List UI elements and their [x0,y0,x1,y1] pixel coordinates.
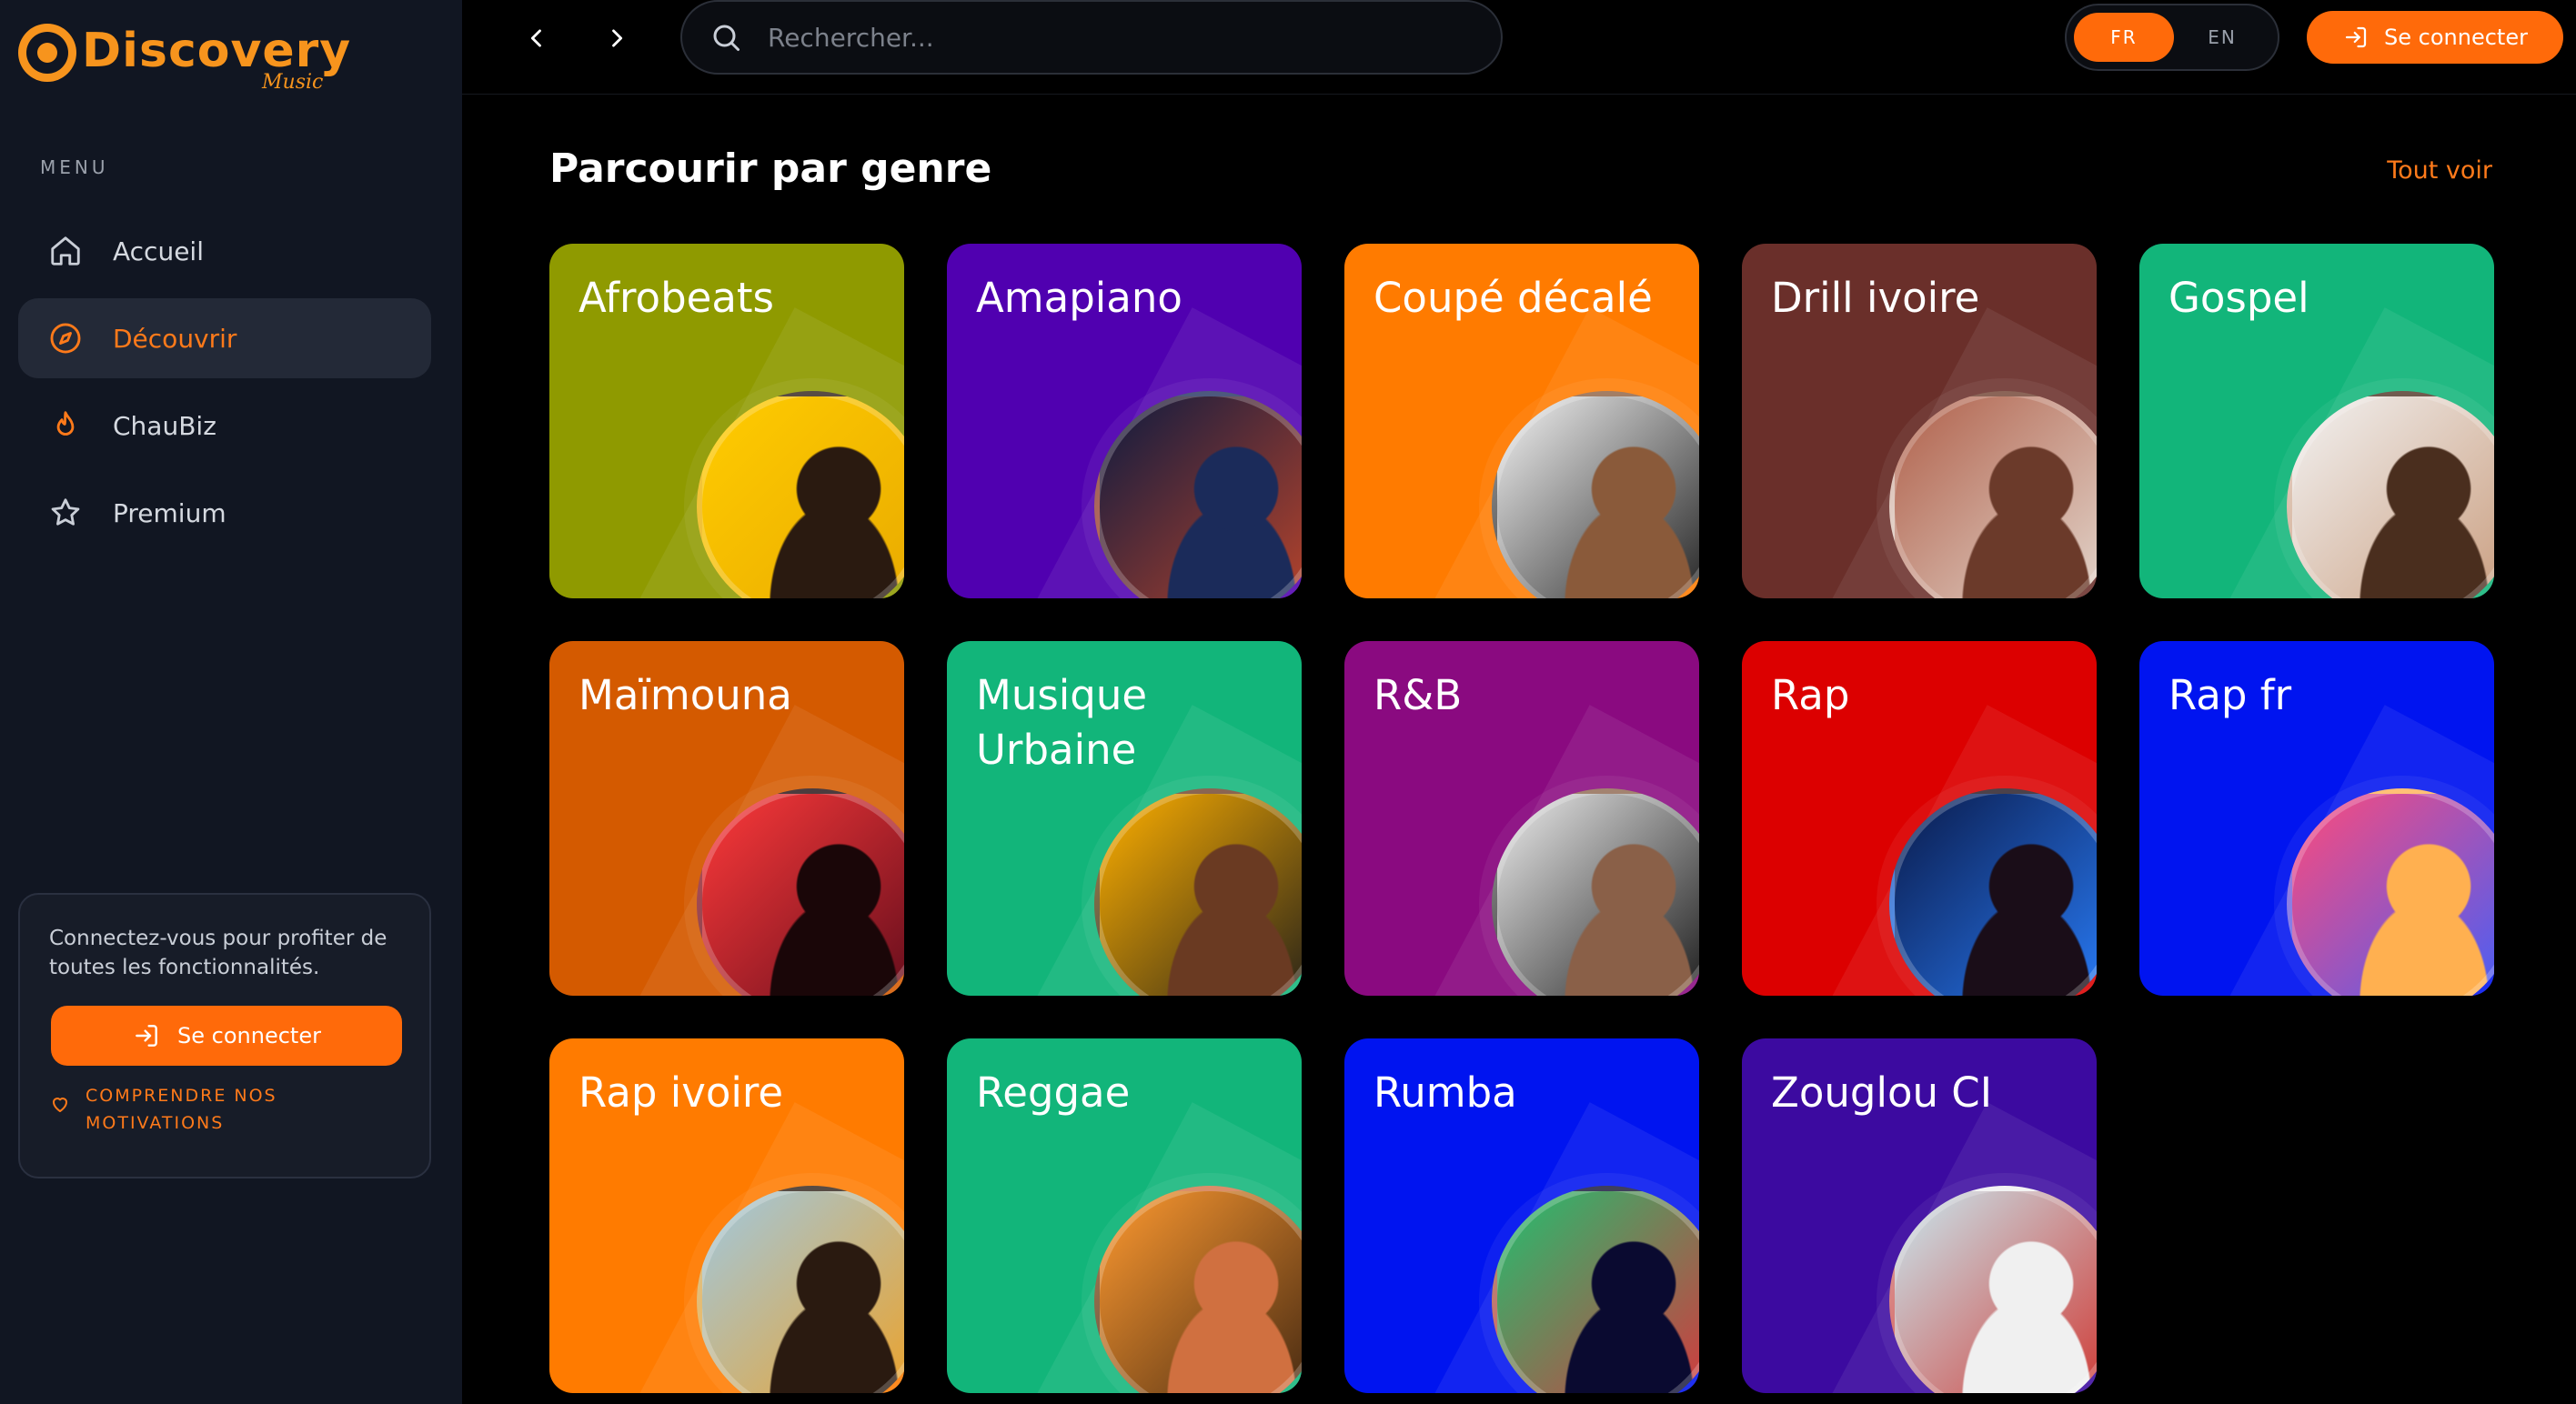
genre-artist-photo [2287,788,2494,996]
genre-card[interactable]: Musique Urbaine [947,641,1302,996]
genre-card-title: Amapiano [976,274,1182,322]
genre-card[interactable]: R&B [1344,641,1699,996]
sidebar-item-label: Premium [113,497,226,528]
genre-card[interactable]: Amapiano [947,244,1302,598]
forward-button[interactable] [595,16,639,60]
brand-logo[interactable]: Discovery Music [18,20,350,102]
genre-card[interactable]: Drill ivoire [1742,244,2097,598]
genre-card-title: Gospel [2168,274,2309,322]
search-bar[interactable] [680,0,1503,75]
genre-card[interactable]: Rumba [1344,1038,1699,1393]
language-switch: FR EN [2065,4,2279,71]
genre-artist-photo [697,391,904,598]
genre-card[interactable]: Rap ivoire [549,1038,904,1393]
genre-artist-photo [1492,1186,1699,1393]
genre-artist-photo [697,1186,904,1393]
genre-card[interactable]: Coupé décalé [1344,244,1699,598]
genre-artist-photo [1094,391,1302,598]
sidebar-item-decouvrir[interactable]: Découvrir [18,298,431,378]
motivations-link[interactable]: COMPRENDRE NOS MOTIVATIONS [49,1082,304,1137]
login-icon [2345,26,2367,48]
flame-icon [47,407,84,444]
see-all-link[interactable]: Tout voir [2387,156,2492,185]
brand-tagline: Music [262,71,324,94]
sidebar-item-premium[interactable]: Premium [18,473,431,553]
login-promo-card: Connectez-vous pour profiter de toutes l… [18,893,431,1178]
brand-name: Discovery [82,24,352,78]
genre-card-title: R&B [1374,671,1463,719]
home-icon [47,233,84,269]
promo-text: Connectez-vous pour profiter de toutes l… [49,927,387,979]
header-login-label: Se connecter [2384,25,2528,50]
heart-icon [53,1098,67,1112]
genre-artist-photo [1889,391,2097,598]
genre-card-title: Drill ivoire [1771,274,1980,322]
genre-card-title: Coupé décalé [1374,274,1653,322]
sidebar-item-label: ChauBiz [113,410,216,441]
genre-artist-photo [1094,788,1302,996]
sidebar-item-label: Découvrir [113,323,237,354]
search-input[interactable] [768,22,1459,53]
genre-artist-photo [1889,1186,2097,1393]
genre-card[interactable]: Reggae [947,1038,1302,1393]
genre-card-title: Musique Urbaine [976,671,1148,774]
sidebar: Discovery Music MENU Accueil Découvrir C… [0,0,462,1404]
motivations-link-label: COMPRENDRE NOS MOTIVATIONS [86,1086,277,1133]
genre-card[interactable]: Rap [1742,641,2097,996]
section-title: Parcourir par genre [549,145,992,192]
genre-card[interactable]: Zouglou CI [1742,1038,2097,1393]
genre-card-title: Reggae [976,1068,1131,1117]
genre-card-title: Rap [1771,671,1850,719]
genre-artist-photo [697,788,904,996]
genre-card-title: Zouglou CI [1771,1068,1992,1117]
genre-card-title: Maïmouna [579,671,792,719]
login-icon [136,1025,157,1047]
lang-fr-button[interactable]: FR [2074,13,2174,62]
genre-card-title: Afrobeats [579,274,774,322]
genre-card[interactable]: Maïmouna [549,641,904,996]
header-login-button[interactable]: Se connecter [2307,11,2563,64]
search-icon [713,25,740,51]
sidebar-item-chaubiz[interactable]: ChauBiz [18,386,431,466]
disc-icon [18,24,76,82]
genre-card[interactable]: Afrobeats [549,244,904,598]
chevron-left-icon [530,29,541,47]
topbar: FR EN Se connecter [462,0,2576,95]
genre-card[interactable]: Gospel [2139,244,2494,598]
lang-en-button[interactable]: EN [2172,13,2272,62]
compass-icon [47,320,84,356]
genre-card-title: Rap fr [2168,671,2292,719]
back-button[interactable] [515,16,558,60]
star-icon [47,495,84,531]
genre-artist-photo [1889,788,2097,996]
genre-card[interactable]: Rap fr [2139,641,2494,996]
genre-card-title: Rap ivoire [579,1068,784,1117]
genre-artist-photo [1492,788,1699,996]
sidebar-item-label: Accueil [113,236,204,266]
genre-artist-photo [1094,1186,1302,1393]
sidebar-login-button[interactable]: Se connecter [51,1006,402,1066]
menu-heading: MENU [40,156,109,178]
genre-artist-photo [1492,391,1699,598]
genre-card-title: Rumba [1374,1068,1517,1117]
chevron-right-icon [612,29,623,47]
sidebar-item-accueil[interactable]: Accueil [18,211,431,291]
genre-artist-photo [2287,391,2494,598]
sidebar-login-label: Se connecter [177,1023,321,1048]
